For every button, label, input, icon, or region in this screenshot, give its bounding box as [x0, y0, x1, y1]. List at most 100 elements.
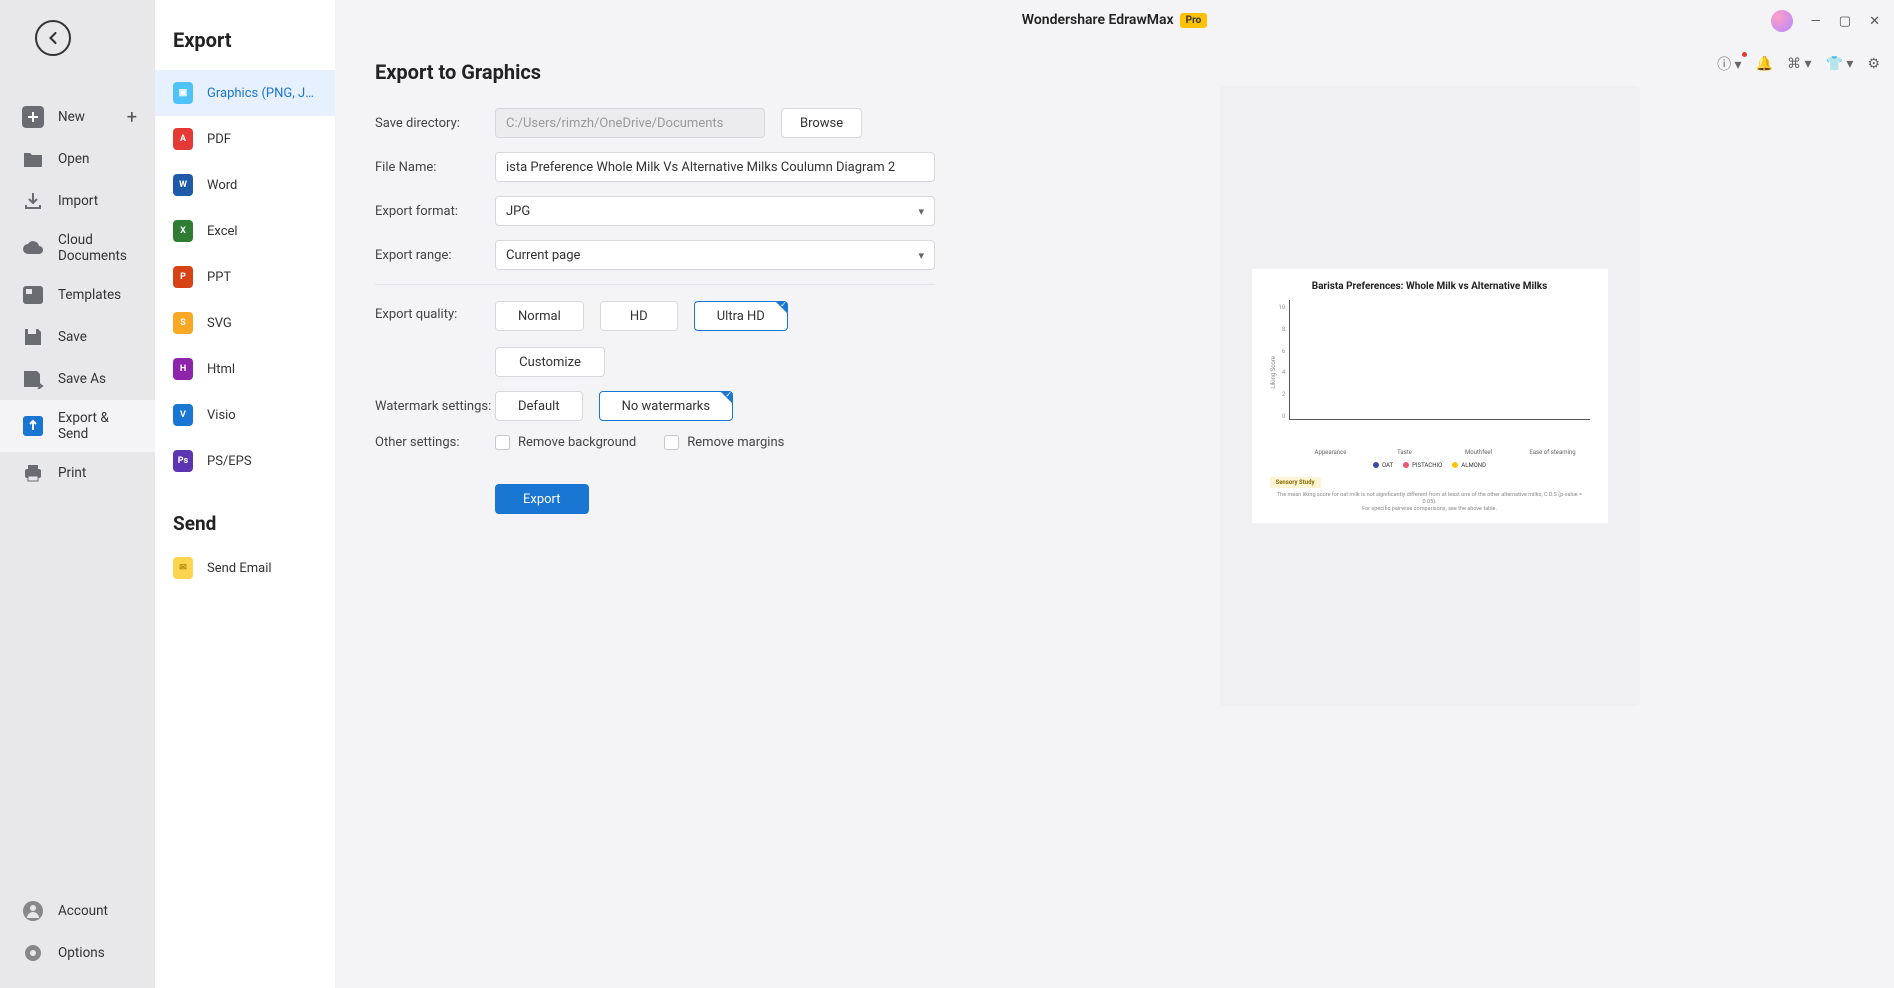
- export-type-ps[interactable]: Ps PS/EPS: [155, 438, 335, 484]
- nav-label: Options: [58, 945, 105, 961]
- title-bar: Wondershare EdrawMax Pro — ▢ ✕: [335, 0, 1894, 40]
- nav-label: Save: [58, 329, 87, 345]
- export-type-graphics[interactable]: ▣ Graphics (PNG, JPG et...: [155, 70, 335, 116]
- export-type-visio[interactable]: V Visio: [155, 392, 335, 438]
- export-type-label: PPT: [207, 270, 231, 285]
- nav-print[interactable]: Print: [0, 452, 155, 494]
- close-button[interactable]: ✕: [1869, 14, 1880, 29]
- nav-save[interactable]: Save: [0, 316, 155, 358]
- plus-icon[interactable]: +: [127, 107, 137, 128]
- nav-save-as[interactable]: Save As: [0, 358, 155, 400]
- nav-label: Account: [58, 903, 108, 919]
- nav-label: New: [58, 109, 85, 125]
- ppt-file-icon: P: [173, 266, 193, 288]
- svg-file-icon: S: [173, 312, 193, 334]
- study-badge: Sensory Study: [1270, 477, 1321, 488]
- import-icon: [22, 190, 44, 212]
- file-name-input[interactable]: [495, 152, 935, 182]
- nav-open[interactable]: Open: [0, 138, 155, 180]
- nav-new[interactable]: New +: [0, 96, 155, 138]
- export-type-label: PDF: [207, 132, 231, 147]
- print-icon: [22, 462, 44, 484]
- nav-label: Templates: [58, 287, 121, 303]
- watermark-none-button[interactable]: No watermarks: [599, 391, 733, 421]
- minimize-button[interactable]: —: [1811, 14, 1821, 29]
- export-button[interactable]: Export: [495, 484, 589, 514]
- quality-customize-button[interactable]: Customize: [495, 347, 605, 377]
- maximize-button[interactable]: ▢: [1839, 14, 1851, 29]
- plus-square-icon: [22, 106, 44, 128]
- export-type-label: Graphics (PNG, JPG et...: [207, 86, 317, 101]
- nav-label: Import: [58, 193, 98, 209]
- remove-margins-checkbox[interactable]: Remove margins: [664, 435, 784, 450]
- account-icon: [22, 900, 44, 922]
- templates-icon: [22, 284, 44, 306]
- range-select[interactable]: Current page: [495, 240, 935, 270]
- html-file-icon: H: [173, 358, 193, 380]
- export-type-pdf[interactable]: A PDF: [155, 116, 335, 162]
- y-axis-ticks: 1086420: [1279, 300, 1286, 420]
- send-email[interactable]: ✉ Send Email: [155, 545, 335, 591]
- left-sidebar: New + Open Import Cloud Documents Templa…: [0, 0, 155, 988]
- export-type-panel: Export ▣ Graphics (PNG, JPG et... A PDF …: [155, 0, 335, 988]
- page-title: Export to Graphics: [375, 60, 935, 84]
- export-type-label: PS/EPS: [207, 454, 252, 469]
- export-type-label: SVG: [207, 316, 232, 331]
- toolbar-right: ⓘ ▾ 🔔 ⌘ ▾ 👕 ▾ ⚙: [1717, 54, 1880, 74]
- export-type-html[interactable]: H Html: [155, 346, 335, 392]
- mail-icon: ✉: [173, 557, 193, 579]
- export-type-excel[interactable]: X Excel: [155, 208, 335, 254]
- bell-icon[interactable]: 🔔: [1756, 56, 1773, 72]
- nav-label: Cloud Documents: [58, 232, 133, 264]
- nav-templates[interactable]: Templates: [0, 274, 155, 316]
- preview-box: Barista Preferences: Whole Milk vs Alter…: [1220, 86, 1640, 706]
- quality-normal-button[interactable]: Normal: [495, 301, 584, 331]
- nav-export-send[interactable]: Export & Send: [0, 400, 155, 452]
- nav-options[interactable]: Options: [0, 932, 155, 974]
- app-title: Wondershare EdrawMax: [1022, 12, 1174, 28]
- ps-file-icon: Ps: [173, 450, 193, 472]
- export-type-label: Excel: [207, 224, 238, 239]
- export-form: Export to Graphics Save directory: C:/Us…: [375, 60, 935, 706]
- grid-icon[interactable]: ⌘ ▾: [1787, 56, 1812, 72]
- chart-title: Barista Preferences: Whole Milk vs Alter…: [1270, 281, 1590, 292]
- help-icon[interactable]: ⓘ ▾: [1717, 54, 1742, 74]
- save-dir-label: Save directory:: [375, 116, 495, 131]
- nav-cloud[interactable]: Cloud Documents: [0, 222, 155, 274]
- chart-legend: OATPISTACHIOALMOND: [1270, 462, 1590, 469]
- quality-hd-button[interactable]: HD: [600, 301, 678, 331]
- quality-label: Export quality:: [375, 301, 495, 322]
- nav-account[interactable]: Account: [0, 890, 155, 932]
- watermark-label: Watermark settings:: [375, 399, 495, 414]
- folder-icon: [22, 148, 44, 170]
- remove-bg-checkbox[interactable]: Remove background: [495, 435, 636, 450]
- export-type-ppt[interactable]: P PPT: [155, 254, 335, 300]
- cloud-icon: [22, 237, 44, 259]
- export-type-word[interactable]: W Word: [155, 162, 335, 208]
- visio-file-icon: V: [173, 404, 193, 426]
- nav-label: Export & Send: [58, 410, 133, 442]
- browse-button[interactable]: Browse: [781, 108, 862, 138]
- chart-plot: [1289, 300, 1589, 420]
- format-label: Export format:: [375, 204, 495, 219]
- avatar[interactable]: [1771, 10, 1793, 32]
- arrow-left-icon: [43, 28, 63, 48]
- gear-icon: [22, 942, 44, 964]
- send-heading: Send: [155, 484, 335, 545]
- pdf-file-icon: A: [173, 128, 193, 150]
- pro-badge: Pro: [1180, 13, 1208, 28]
- file-name-label: File Name:: [375, 160, 495, 175]
- nav-import[interactable]: Import: [0, 180, 155, 222]
- y-axis-label: Liking Score: [1270, 356, 1277, 389]
- save-dir-field: C:/Users/rimzh/OneDrive/Documents: [495, 108, 765, 138]
- preview-column: Barista Preferences: Whole Milk vs Alter…: [1005, 60, 1854, 706]
- export-type-label: Html: [207, 362, 235, 377]
- back-button[interactable]: [35, 20, 71, 56]
- format-select[interactable]: JPG: [495, 196, 935, 226]
- quality-uhd-button[interactable]: Ultra HD: [694, 301, 788, 331]
- checkbox-icon: [495, 435, 510, 450]
- settings-gear-icon[interactable]: ⚙: [1867, 56, 1880, 72]
- export-type-svg[interactable]: S SVG: [155, 300, 335, 346]
- watermark-default-button[interactable]: Default: [495, 391, 583, 421]
- shirt-icon[interactable]: 👕 ▾: [1826, 56, 1854, 72]
